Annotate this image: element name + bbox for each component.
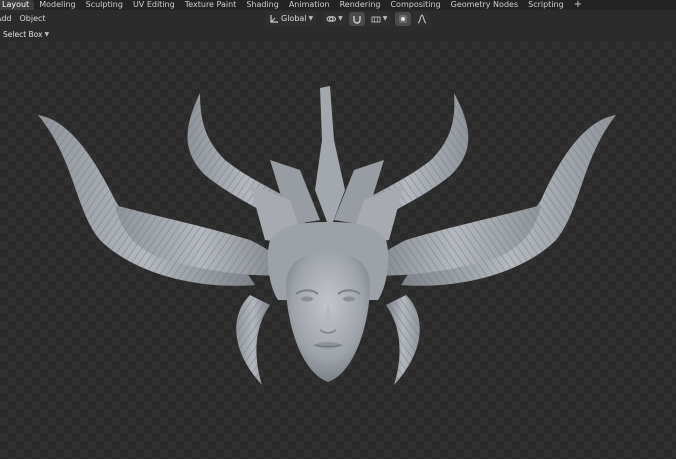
3d-viewport[interactable] (0, 41, 676, 459)
sculpt-model (38, 86, 616, 385)
